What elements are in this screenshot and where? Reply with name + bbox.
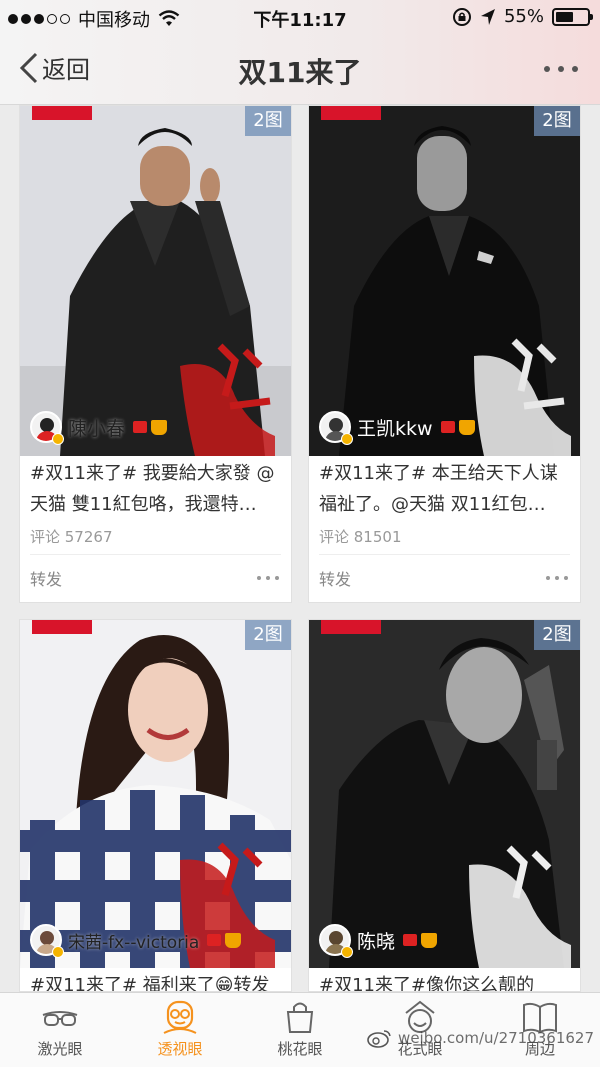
comment-count[interactable]: 评论 57267 [30,526,113,547]
medal-icon [440,421,455,433]
battery-percent: 55% [503,6,544,27]
post-text[interactable]: #双11来了# 本王给天下人谋福祉了。@天猫 双11红包… [319,458,570,520]
watermark-text: weibo.com/u/2710361627 [398,1029,594,1047]
verified-icon [52,433,64,445]
author-name[interactable]: 陈晓 [357,927,395,954]
brand-tag [32,620,92,634]
card-more-button[interactable] [257,576,279,580]
more-options-button[interactable] [544,66,578,72]
glasses-icon [42,1011,78,1026]
tab-jiguangyan[interactable]: 激光眼 [0,993,120,1067]
image-count-badge: 2图 [245,620,291,650]
post-card[interactable]: 2图 宋茜-fx--victoria #双11来了# 福利来了😁转发 [19,619,292,992]
verified-icon [52,946,64,958]
author-row[interactable]: 王凯kkw [319,411,475,445]
medal-icon [133,421,148,433]
tab-taohuayan[interactable]: 桃花眼 [240,993,360,1067]
crown-icon [421,932,438,948]
crown-icon [151,419,168,435]
location-arrow-icon [480,8,495,25]
rotation-lock-icon [452,7,471,26]
image-count-badge: 2图 [534,620,580,650]
post-photo[interactable]: 2图 宋茜-fx--victoria [20,620,291,968]
author-row[interactable]: 陈晓 [319,924,438,958]
post-card[interactable]: 2图 陳小春 #双11来了# 我要給大家發 @天猫 雙11紅包咯，我還特… 评论… [19,105,292,603]
card-more-button[interactable] [546,576,568,580]
forward-button[interactable]: 转发 [30,566,62,590]
post-text[interactable]: #双11来了# 我要給大家發 @天猫 雙11紅包咯，我還特… [30,458,281,520]
battery-level [556,11,573,22]
photo-image [309,106,580,456]
author-row[interactable]: 宋茜-fx--victoria [30,924,242,958]
post-photo[interactable]: 2图 陳小春 [20,106,291,456]
app-header: 中国移动 下午11:17 55% 返回 双11来了 [0,0,600,105]
author-name[interactable]: 王凯kkw [357,414,433,441]
post-card[interactable]: 2图 王凯kkw #双11来了# 本王给天下人谋福祉了。@天猫 双11红包… 评… [308,105,581,603]
face-glasses-icon [163,1000,197,1034]
navigation-bar: 返回 双11来了 [0,34,600,104]
post-text[interactable]: #双11来了#像你这么靓的 [319,970,570,991]
weibo-watermark: weibo.com/u/2710361627 [366,1028,594,1048]
post-photo[interactable]: 2图 王凯kkw [309,106,580,456]
page-title: 双11来了 [238,56,362,89]
photo-image [20,620,291,968]
post-text[interactable]: #双11来了# 福利来了😁转发 [30,970,281,991]
verified-icon [341,946,353,958]
medal-icon [403,934,418,946]
tab-toushiyan[interactable]: 透视眼 [120,993,240,1067]
post-card[interactable]: 2图 陈晓 #双11来了#像你这么靓的 [308,619,581,992]
medal-icon [207,934,222,946]
author-name[interactable]: 宋茜-fx--victoria [68,928,199,953]
verified-icon [341,433,353,445]
divider [319,554,570,555]
forward-button[interactable]: 转发 [319,566,351,590]
photo-image [20,106,291,456]
brand-tag [32,106,92,120]
comment-count[interactable]: 评论 81501 [319,526,402,547]
brand-tag [321,620,381,634]
post-photo[interactable]: 2图 陈晓 [309,620,580,968]
handbag-icon [286,1002,314,1033]
tab-label: 透视眼 [157,1040,203,1058]
tab-label: 桃花眼 [277,1040,323,1058]
status-bar: 中国移动 下午11:17 55% [0,0,600,34]
tab-label: 激光眼 [37,1040,83,1058]
author-name[interactable]: 陳小春 [68,414,125,441]
photo-image [309,620,580,968]
battery-icon [552,7,593,26]
image-count-badge: 2图 [534,106,580,136]
weibo-logo-icon [367,1030,391,1048]
brand-tag [321,106,381,120]
author-row[interactable]: 陳小春 [30,411,168,445]
divider [30,554,281,555]
image-count-badge: 2图 [245,106,291,136]
crown-icon [225,932,242,948]
crown-icon [458,419,475,435]
